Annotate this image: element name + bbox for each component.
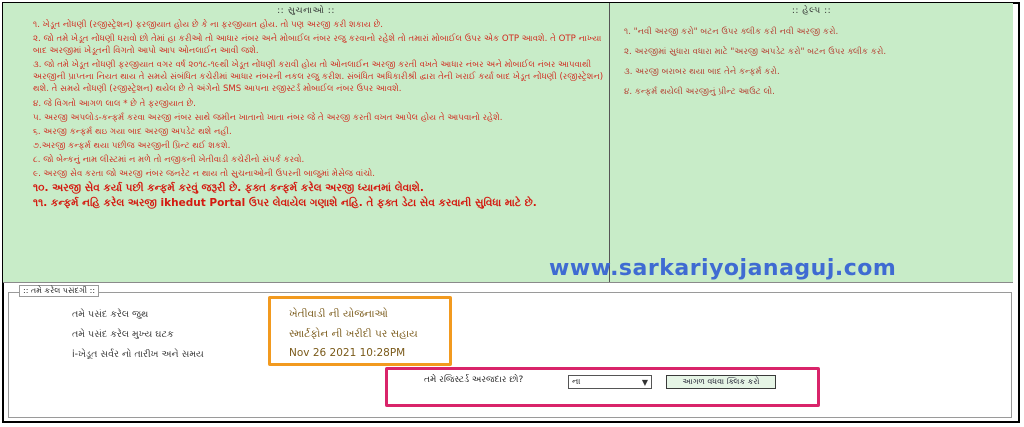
instructions-panel: :: સુચનાઓ :: ૧. ખેડૂત નોંધણી (રજીસ્ટ્રેશ…: [3, 3, 610, 282]
help-panel: :: હેલ્પ :: ૧. "નવી અરજી કરો" બટન ઉપર ક્…: [610, 3, 1013, 282]
help-item: ૩. અરજી બરાબર થયા બાદ તેને કન્ફર્મ કરો.: [624, 67, 780, 77]
help-item: ૨. અરજીમાં સુધારા વધારા માટે "અરજી અપડેટ…: [624, 47, 887, 57]
selected-component-label: તમે પસંદ કરેલ મુખ્ય ઘટક: [72, 329, 174, 340]
registered-applicant-selected-value: ના: [572, 377, 581, 387]
server-datetime-label: i-ખેડૂત સર્વર નો તારીખ અને સમય: [72, 349, 204, 360]
selection-highlight: [268, 296, 452, 366]
help-item: ૧. "નવી અરજી કરો" બટન ઉપર ક્લીક કરી નવી …: [624, 27, 839, 37]
info-panels: :: સુચનાઓ :: ૧. ખેડૂત નોંધણી (રજીસ્ટ્રેશ…: [3, 3, 1013, 283]
selection-legend: :: તમે કરેલ પસંદગી ::: [19, 285, 100, 297]
registered-applicant-question: તમે રજિસ્ટર્ડ અરજદાર છો?: [424, 375, 524, 385]
instruction-item: ૮. જો બેન્કનું નામ લીસ્ટમાં ન મળે તો નજી…: [33, 154, 305, 165]
instruction-item-important: ૧૧. કન્ફર્મ નહિ કરેલ અરજી ikhedut Portal…: [33, 197, 537, 210]
instruction-item: ૬. અરજી કન્ફર્મ થઇ ગયા બાદ અરજી અપડેટ થશ…: [33, 126, 232, 137]
instruction-item-important: ૧૦. અરજી સેવ કર્યા પછી કન્ફર્મ કરવું જરૂ…: [33, 182, 424, 195]
proceed-button[interactable]: આગળ વધવા ક્લિક કરો: [666, 375, 776, 389]
instructions-legend: :: સુચનાઓ ::: [277, 6, 335, 16]
help-legend: :: હેલ્પ ::: [791, 6, 832, 16]
instructions-list: ૧. ખેડૂત નોંધણી (રજીસ્ટ્રેશન) ફરજીયાત હો…: [33, 19, 608, 212]
instruction-item: ૨. જો તમે ખેડૂત નોંધણી ધરાવો છો તેમાં હા…: [33, 34, 602, 57]
instruction-item: ૪. જે વિગતો આગળ લાલ * છે તે ફરજીયાત છે.: [33, 98, 196, 109]
instruction-item: ૩. જો તમે ખેડૂત નોંધણી ફરજીયાત વગર વર્ષ …: [33, 60, 604, 95]
registered-applicant-select[interactable]: ના ▼: [568, 375, 652, 389]
chevron-down-icon: ▼: [641, 377, 648, 387]
website-watermark: www.sarkariyojanaguj.com: [549, 256, 897, 281]
help-item: ૪. કન્ફર્મ થયેલી અરજીનું પ્રીન્ટ આઉટ લો.: [624, 87, 775, 97]
instruction-item: ૯. અરજી સેવ કરતા જો અરજી નંબર જનરેટ ન થા…: [33, 169, 376, 180]
instruction-item: ૫. અરજી અપલોડ-કન્ફર્મ કરવા અરજી નંબર સાથ…: [33, 112, 503, 123]
help-list: ૧. "નવી અરજી કરો" બટન ઉપર ક્લીક કરી નવી …: [624, 27, 1004, 107]
selected-group-label: તમે પસંદ કરેલ જુથ: [72, 309, 149, 320]
instruction-item: ૧. ખેડૂત નોંધણી (રજીસ્ટ્રેશન) ફરજીયાત હો…: [33, 20, 383, 30]
instruction-item: ૭.અરજી કન્ફર્મ થયા પછીજ અરજીની પ્રિન્ટ થ…: [33, 140, 231, 151]
